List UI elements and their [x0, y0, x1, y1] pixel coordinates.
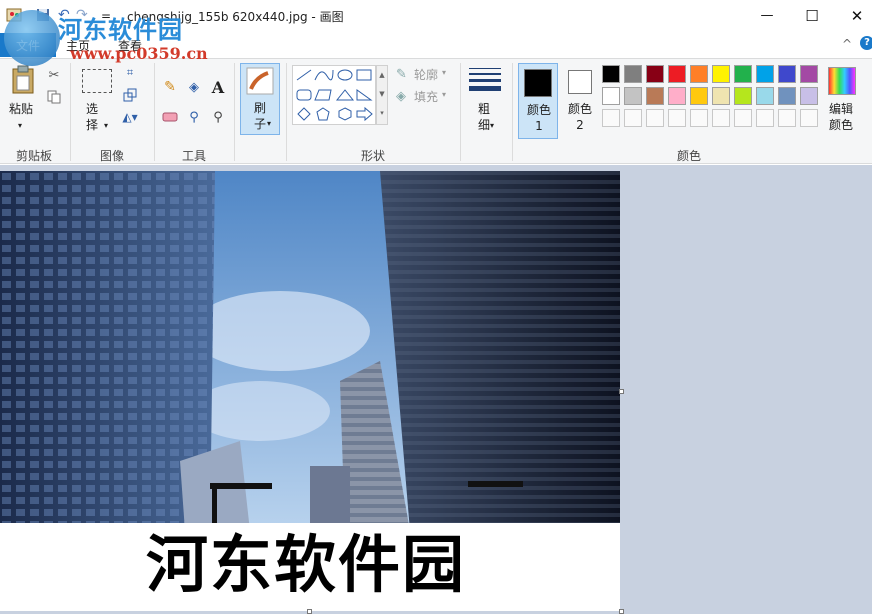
palette-swatch[interactable] [624, 65, 642, 83]
palette-swatch[interactable] [668, 65, 686, 83]
color2-label: 颜色 2 [567, 102, 592, 132]
watermark-logo: 河东软件园 www.pc0359.cn [0, 4, 210, 70]
clipboard-group-label: 剪贴板 [15, 149, 52, 163]
palette-swatch[interactable] [712, 65, 730, 83]
palette-swatch[interactable] [712, 109, 730, 127]
palette-swatch[interactable] [734, 87, 752, 105]
resize-handle-bottom[interactable] [307, 609, 312, 614]
palette-swatch[interactable] [778, 65, 796, 83]
color2-button[interactable]: 颜色 2 [562, 63, 598, 139]
pencil-icon[interactable]: ✎ [160, 77, 180, 97]
maximize-button[interactable]: ☐ [789, 0, 835, 31]
close-button[interactable]: ✕ [834, 0, 872, 31]
palette-swatch[interactable] [668, 109, 686, 127]
paste-dropdown-icon[interactable]: ▾ [18, 121, 22, 130]
edit-colors-icon[interactable] [828, 67, 856, 95]
palette-swatch[interactable] [624, 109, 642, 127]
shapes-scrollbar[interactable]: ▲ ▼ ▾ [376, 65, 388, 125]
resize-handle-right[interactable] [619, 389, 624, 394]
palette-swatch[interactable] [690, 109, 708, 127]
outline-dropdown-icon[interactable]: ▾ [442, 68, 446, 77]
palette-swatch[interactable] [800, 109, 818, 127]
palette-swatch[interactable] [602, 109, 620, 127]
color1-swatch [524, 69, 552, 97]
text-icon[interactable]: A [208, 77, 228, 97]
tools-group-label: 工具 [181, 149, 206, 163]
colors-group-label: 颜色 [676, 149, 701, 163]
brushes-label: 刷子 [253, 101, 266, 131]
palette-swatch[interactable] [690, 87, 708, 105]
select-dropdown-icon[interactable]: ▾ [104, 121, 108, 130]
fill-button[interactable]: 填充 [414, 89, 438, 105]
canvas-caption: 河东软件园 [146, 528, 467, 601]
image-canvas[interactable]: 河东软件园 [0, 171, 620, 611]
palette-swatch[interactable] [778, 87, 796, 105]
palette-swatch[interactable] [734, 109, 752, 127]
minimize-button[interactable]: — [744, 0, 790, 31]
canvas-workspace[interactable]: 河东软件园 [0, 165, 872, 614]
outline-icon[interactable]: ✎ [396, 67, 407, 82]
palette-swatch[interactable] [734, 65, 752, 83]
palette-swatch[interactable] [800, 87, 818, 105]
shapes-group-label: 形状 [360, 149, 385, 163]
image-group-label: 图像 [99, 149, 124, 163]
size-dropdown-icon[interactable]: ▾ [490, 121, 494, 130]
help-icon[interactable]: ? [860, 36, 872, 50]
fill-dropdown-icon[interactable]: ▾ [442, 90, 446, 99]
watermark-url: www.pc0359.cn [70, 44, 208, 63]
eraser-icon[interactable] [160, 107, 180, 127]
palette-swatch[interactable] [668, 87, 686, 105]
copy-icon[interactable] [44, 87, 64, 107]
color1-label: 颜色 1 [526, 103, 551, 133]
magnifier-icon[interactable]: ⚲ [208, 107, 228, 127]
brushes-dropdown-icon: ▾ [267, 119, 272, 128]
resize-handle-corner[interactable] [619, 609, 624, 614]
color-picker-icon[interactable]: ⚲ [184, 107, 204, 127]
fill-bucket-icon[interactable]: ◈ [184, 77, 204, 97]
palette-swatch[interactable] [602, 87, 620, 105]
select-button[interactable]: 选择 [84, 101, 100, 133]
ribbon-divider [70, 63, 71, 161]
brushes-button[interactable]: 刷子 ▾ [240, 63, 280, 135]
watermark-site-name: 河东软件园 [58, 16, 183, 44]
collapse-ribbon-icon[interactable]: ^ [842, 37, 852, 51]
rotate-icon[interactable]: ◭▾ [120, 107, 140, 127]
size-icon[interactable] [468, 67, 502, 93]
window-title-app: 画图 [319, 10, 344, 24]
palette-swatch[interactable] [690, 65, 708, 83]
palette-swatch[interactable] [624, 87, 642, 105]
ribbon-divider [286, 63, 287, 161]
resize-icon[interactable] [120, 85, 140, 105]
ribbon-divider [154, 63, 155, 161]
ribbon-divider [512, 63, 513, 161]
palette-swatch[interactable] [646, 87, 664, 105]
color1-button[interactable]: 颜色 1 [518, 63, 558, 139]
palette-swatch[interactable] [712, 87, 730, 105]
outline-button[interactable]: 轮廓 [414, 67, 438, 83]
select-icon[interactable] [82, 69, 112, 93]
window-title-separator: - [311, 10, 316, 24]
ribbon-home: 粘贴 ▾ ✂ 剪贴板 选择 ▾ ⌗ ◭▾ 图像 ✎ ◈ A ⚲ ⚲ 工具 刷子 … [0, 58, 872, 164]
ribbon-divider [234, 63, 235, 161]
brush-icon [246, 67, 274, 95]
palette-swatch[interactable] [800, 65, 818, 83]
watermark-globe-icon [4, 10, 60, 66]
paste-button[interactable]: 粘贴 [8, 101, 34, 117]
ribbon-divider [460, 63, 461, 161]
palette-swatch[interactable] [646, 65, 664, 83]
color-palette [602, 65, 822, 129]
color2-swatch [568, 70, 592, 94]
palette-swatch[interactable] [778, 109, 796, 127]
palette-swatch[interactable] [602, 65, 620, 83]
palette-swatch[interactable] [756, 65, 774, 83]
palette-swatch[interactable] [646, 109, 664, 127]
shapes-gallery[interactable] [292, 65, 376, 125]
fill-icon[interactable]: ◈ [396, 89, 406, 104]
palette-swatch[interactable] [756, 87, 774, 105]
edit-colors-button[interactable]: 编辑颜色 [826, 101, 856, 133]
palette-swatch[interactable] [756, 109, 774, 127]
